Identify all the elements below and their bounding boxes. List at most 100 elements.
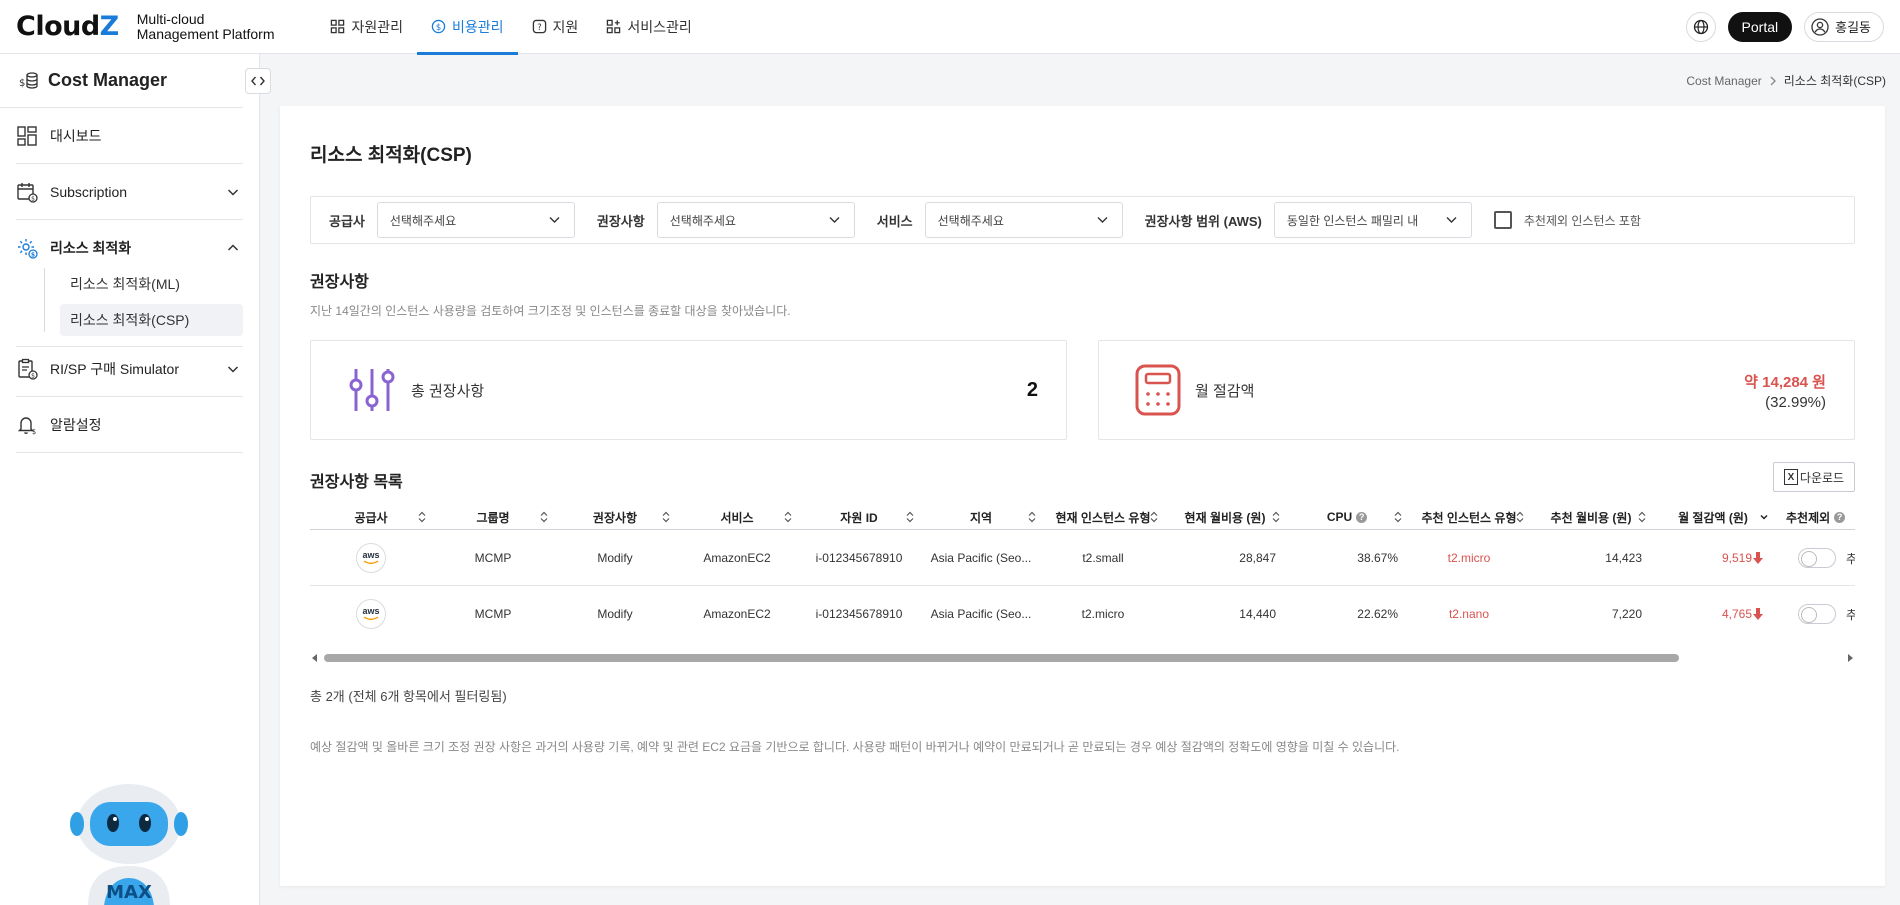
sidebar-subitem-ml[interactable]: 리소스 최적화(ML) [60,268,243,300]
resource-id-cell: i-012345678910 [815,551,903,565]
reco-type-cell: t2.micro [1447,551,1491,565]
sidebar-subitem-csp[interactable]: 리소스 최적화(CSP) [60,304,243,336]
provider-cell: aws [310,586,432,636]
robot-mascot[interactable]: MAX [68,776,190,905]
scope-select[interactable]: 동일한 인스턴스 패밀리 내 [1273,202,1472,238]
top-bar: CloudZ Multi-cloud Management Platform 자… [0,0,1900,55]
language-button[interactable] [1685,11,1716,42]
sidebar-title: Cost Manager [48,70,168,90]
svg-text:$: $ [32,428,36,436]
col-monthly-saving[interactable]: 월 절감액 (원) [1652,504,1774,530]
chevron-down-icon [1446,217,1457,223]
scroll-right-icon[interactable] [1845,653,1855,663]
cpu-cell: 38.67% [1357,551,1398,565]
sidebar-menu: 대시보드 $ Subscription $ 리소스 최적화 리소스 최적화(ML… [0,108,259,453]
chevron-down-icon [829,217,840,223]
monthly-saving-card: 월 절감액 약 14,284 원 (32.99%) [1098,340,1855,440]
col-current-type[interactable]: 현재 인스턴스 유형 [1042,504,1164,530]
sidebar-item-alarm[interactable]: $ 알람설정 [16,397,243,453]
sort-icon [662,511,670,523]
aws-logo-icon: aws [356,543,386,573]
reco-cell: Modify [597,551,633,565]
group-cell: MCMP [474,607,512,621]
col-cpu[interactable]: CPU? [1286,504,1408,530]
grid-icon [331,19,345,34]
breadcrumb: Cost Manager 리소스 최적화(CSP) [1686,72,1886,89]
filter-provider-label: 공급사 [329,213,365,229]
current-type-cell: t2.small [1082,551,1124,565]
filter-service-label: 서비스 [876,213,913,229]
gnb-cost[interactable]: $ 비용관리 [417,0,518,55]
current-cost-cell: 28,847 [1239,551,1276,565]
sort-icon [784,511,792,523]
global-nav: 자원관리 $ 비용관리 ? 지원 서비스관리 [316,0,705,55]
logo-subtitle: Multi-cloud Management Platform [136,10,275,42]
sort-icon [418,511,426,523]
excel-icon: X [1783,469,1798,485]
col-reco-type[interactable]: 추천 인스턴스 유형 [1408,504,1530,530]
arrow-down-icon [1753,608,1763,620]
provider-select[interactable]: 선택해주세요 [376,202,575,238]
saving-percent: (32.99%) [1765,394,1826,411]
svg-text:$: $ [31,372,35,379]
scroll-left-icon[interactable] [310,653,320,663]
calendar-coin-icon: $ [17,182,38,203]
top-right-actions: Portal 홍길동 [1685,11,1884,42]
calculator-icon [1135,364,1181,416]
gnb-resource[interactable]: 자원관리 [316,0,417,54]
sort-icon [1516,511,1524,523]
sidebar-collapse-button[interactable] [245,68,271,94]
download-button[interactable]: X 다운로드 [1773,462,1855,492]
user-menu-button[interactable]: 홍길동 [1804,11,1884,42]
svg-text:$: $ [436,22,441,32]
chevron-down-icon [227,188,239,196]
table-row[interactable]: aws MCMP Modify AmazonEC2 i-012345678910… [310,586,1855,636]
col-group[interactable]: 그룹명 [432,504,554,530]
exclude-instances-checkbox[interactable] [1493,211,1512,229]
col-region[interactable]: 지역 [920,504,1042,530]
table-header: 공급사 그룹명 권장사항 서비스 자원 ID 지역 현재 인스턴스 유형 현재 … [310,504,1855,530]
filter-scope-label: 권장사항 범위 (AWS) [1144,213,1262,229]
col-reco-cost[interactable]: 추천 월비용 (원) [1530,504,1652,530]
reco-cost-cell: 14,423 [1605,551,1642,565]
exclude-toggle[interactable] [1798,548,1836,568]
region-cell: Asia Pacific (Seo... [930,607,1032,621]
col-service[interactable]: 서비스 [676,504,798,530]
breadcrumb-root[interactable]: Cost Manager [1686,74,1761,88]
col-reco[interactable]: 권장사항 [554,504,676,530]
gnb-service[interactable]: 서비스관리 [592,0,705,54]
service-select[interactable]: 선택해주세요 [924,202,1123,238]
table-row[interactable]: aws MCMP Modify AmazonEC2 i-012345678910… [310,530,1855,586]
logo[interactable]: CloudZ Multi-cloud Management Platform [16,11,274,42]
portal-button[interactable]: Portal [1727,11,1793,42]
reco-table: 공급사 그룹명 권장사항 서비스 자원 ID 지역 현재 인스턴스 유형 현재 … [310,504,1855,636]
sidebar-item-dashboard[interactable]: 대시보드 [16,108,243,164]
region-cell: Asia Pacific (Seo... [930,551,1032,565]
col-exclude[interactable]: 추천제외? [1774,504,1855,530]
saving-cell: 9,519 [1652,530,1764,586]
sidebar-submenu: 리소스 최적화(ML) 리소스 최적화(CSP) [16,268,243,347]
reco-type-cell: t2.nano [1448,607,1490,621]
sidebar-item-subscription[interactable]: $ Subscription [16,164,243,220]
sidebar-item-risp-simulator[interactable]: $ RI/SP 구매 Simulator [16,341,243,397]
chevron-right-icon [1770,76,1776,85]
col-current-cost[interactable]: 현재 월비용 (원) [1164,504,1286,530]
gnb-support[interactable]: ? 지원 [518,0,593,54]
dashboard-icon [17,125,37,146]
main-card: 리소스 최적화(CSP) 공급사 선택해주세요 권장사항 선택해주세요 서비스 … [280,106,1885,886]
exclude-cell: 추 [1798,586,1855,636]
info-icon[interactable]: ? [1834,511,1846,523]
col-provider[interactable]: 공급사 [310,504,432,530]
info-icon[interactable]: ? [1356,511,1368,523]
table-horizontal-scrollbar[interactable] [310,650,1855,666]
logo-wordmark: CloudZ [16,11,119,42]
scrollbar-thumb[interactable] [324,654,1679,662]
col-resource-id[interactable]: 자원 ID [798,504,920,530]
exclude-instances-label: 추천제외 인스턴스 포함 [1523,213,1641,228]
monthly-saving-label: 월 절감액 [1195,382,1255,400]
sidebar: $ Cost Manager 대시보드 $ Subscription $ 리소스… [0,54,271,905]
sliders-icon [349,369,395,411]
exclude-toggle[interactable] [1798,604,1836,624]
cost-coins-icon: $ [19,71,38,89]
recommendation-select[interactable]: 선택해주세요 [656,202,855,238]
